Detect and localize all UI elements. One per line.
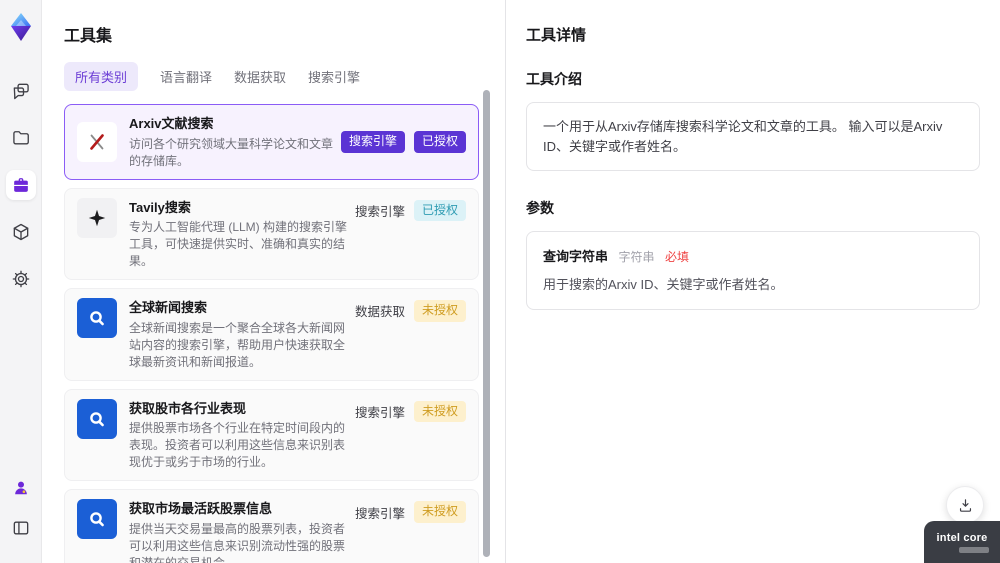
- page-title: 工具集: [64, 28, 113, 45]
- intro-heading: 工具介绍: [526, 71, 582, 87]
- app-logo-icon: [10, 13, 31, 41]
- tool-intro-text: 一个用于从Arxiv存储库搜索科学论文和文章的工具。 输入可以是Arxiv ID…: [526, 102, 980, 171]
- sidebar-item-account[interactable]: [6, 473, 36, 503]
- folder-icon: [12, 131, 29, 145]
- intel-core-label: intel core: [936, 531, 988, 544]
- tool-list-panel: 工具集 所有类别 语言翻译 数据获取 搜索引擎 Arxiv文献搜索 访问各个研究…: [42, 0, 505, 563]
- auth-status-badge: 已授权: [413, 130, 466, 153]
- tool-name: 全球新闻搜索: [129, 300, 208, 316]
- parameter-item: 查询字符串 字符串 必填 用于搜索的Arxiv ID、关键字或作者姓名。: [526, 231, 980, 310]
- tool-card-arxiv[interactable]: Arxiv文献搜索 访问各个研究领域大量科学论文和文章的存储库。 搜索引擎 已授…: [64, 104, 479, 180]
- chat-icon: [13, 83, 29, 100]
- settings-icon: [12, 270, 29, 288]
- detail-title: 工具详情: [526, 27, 587, 44]
- tool-category: 搜索引擎: [354, 406, 405, 421]
- sidebar-item-tools[interactable]: [5, 170, 36, 200]
- search-globe-icon: [77, 499, 117, 540]
- tool-detail-panel: 工具详情 工具介绍 一个用于从Arxiv存储库搜索科学论文和文章的工具。 输入可…: [505, 0, 1000, 563]
- tool-category: 数据获取: [354, 305, 405, 320]
- sidebar-item-chat[interactable]: [6, 76, 36, 106]
- tool-category: 搜索引擎: [354, 204, 405, 219]
- tab-all-categories[interactable]: 所有类别: [64, 62, 139, 91]
- category-badge: 搜索引擎: [340, 130, 405, 153]
- search-globe-icon: [77, 398, 117, 439]
- tool-description: 专为人工智能代理 (LLM) 构建的搜索引擎工具，可快速提供实时、准确和真实的结…: [129, 220, 348, 269]
- avatar-icon: [14, 481, 27, 495]
- tool-name: Tavily搜索: [129, 199, 191, 215]
- icon-sidebar: [0, 0, 42, 563]
- param-description: 用于搜索的Arxiv ID、关键字或作者姓名。: [543, 277, 784, 292]
- tab-data-fetch[interactable]: 数据获取: [234, 62, 286, 91]
- tool-name: 获取股市各行业表现: [129, 400, 247, 416]
- tavily-star-icon: [77, 197, 117, 238]
- auth-status-badge: 已授权: [413, 199, 466, 222]
- tab-translation[interactable]: 语言翻译: [160, 62, 212, 91]
- search-globe-icon: [77, 298, 117, 339]
- panel-toggle-icon: [13, 521, 28, 535]
- category-tabs: 所有类别 语言翻译 数据获取 搜索引擎: [64, 62, 479, 91]
- app-window: 工具集 所有类别 语言翻译 数据获取 搜索引擎 Arxiv文献搜索 访问各个研究…: [0, 0, 1000, 563]
- tool-card-global-news[interactable]: 全球新闻搜索 全球新闻搜索是一个聚合全球各大新闻网站内容的搜索引擎，帮助用户快速…: [64, 288, 479, 381]
- intel-badge-strip: [959, 546, 989, 553]
- tool-description: 全球新闻搜索是一个聚合全球各大新闻网站内容的搜索引擎，帮助用户快速获取全球最新资…: [129, 320, 346, 369]
- tool-description: 访问各个研究领域大量科学论文和文章的存储库。: [129, 136, 334, 168]
- tool-card-tavily[interactable]: Tavily搜索 专为人工智能代理 (LLM) 构建的搜索引擎工具，可快速提供实…: [64, 187, 479, 281]
- auth-status-badge: 未授权: [413, 400, 466, 423]
- tab-search-engine[interactable]: 搜索引擎: [308, 62, 360, 91]
- arxiv-logo-icon: [77, 121, 117, 162]
- param-type: 字符串: [618, 250, 655, 264]
- list-scrollbar-thumb[interactable]: [483, 90, 490, 557]
- auth-status-badge: 未授权: [413, 300, 466, 322]
- tool-card-list: Arxiv文献搜索 访问各个研究领域大量科学论文和文章的存储库。 搜索引擎 已授…: [64, 104, 479, 563]
- tool-name: Arxiv文献搜索: [129, 116, 214, 131]
- tool-name: 获取市场最活跃股票信息: [129, 501, 273, 517]
- param-name: 查询字符串: [543, 249, 609, 264]
- download-button[interactable]: [946, 486, 984, 524]
- auth-status-badge: 未授权: [413, 501, 466, 523]
- tool-description: 提供股票市场各个行业在特定时间段内的表现。投资者可以利用这些信息来识别表现优于或…: [129, 421, 346, 470]
- sidebar-item-settings[interactable]: [6, 264, 36, 294]
- sidebar-item-models[interactable]: [6, 217, 36, 247]
- cube-icon: [13, 223, 28, 241]
- intel-core-badge: intel core: [924, 521, 1000, 563]
- param-required-flag: 必填: [664, 250, 689, 264]
- sidebar-item-collapse[interactable]: [6, 513, 36, 543]
- tool-card-most-active-stocks[interactable]: 获取市场最活跃股票信息 提供当天交易量最高的股票列表，投资者可以利用这些信息来识…: [64, 489, 479, 563]
- tool-description: 提供当天交易量最高的股票列表，投资者可以利用这些信息来识别流动性强的股票和潜在的…: [129, 521, 346, 563]
- toolbox-icon: [13, 178, 28, 192]
- tool-category: 搜索引擎: [354, 506, 405, 521]
- tool-card-sector-performance[interactable]: 获取股市各行业表现 提供股票市场各个行业在特定时间段内的表现。投资者可以利用这些…: [64, 388, 479, 482]
- download-icon: [959, 498, 971, 512]
- sidebar-bottom: [6, 473, 36, 553]
- sidebar-item-files[interactable]: [6, 123, 36, 153]
- params-heading: 参数: [526, 200, 554, 216]
